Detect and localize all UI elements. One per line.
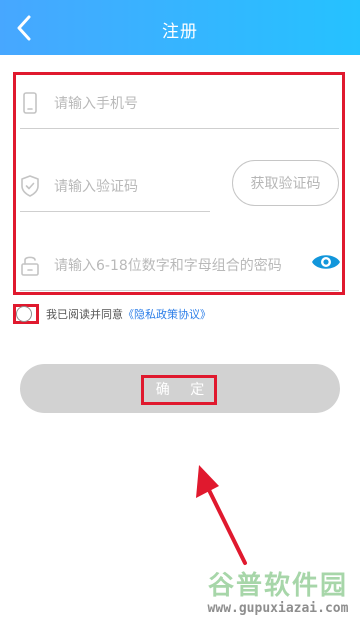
app-header: 注册 bbox=[0, 0, 360, 55]
watermark-logo-text: 谷普软件园 bbox=[207, 571, 348, 601]
phone-icon bbox=[23, 92, 37, 114]
password-input[interactable]: 请输入6-18位数字和字母组合的密码 bbox=[54, 255, 282, 275]
phone-field[interactable]: 请输入手机号 bbox=[20, 79, 339, 129]
lock-icon bbox=[21, 256, 39, 276]
code-field[interactable]: 请输入验证码 bbox=[20, 162, 210, 212]
phone-input[interactable]: 请输入手机号 bbox=[54, 93, 138, 113]
agreement-text: 我已阅读并同意 bbox=[46, 308, 123, 321]
code-input[interactable]: 请输入验证码 bbox=[54, 176, 138, 196]
register-screen: 注册 请输入手机号 请输入验证码 获取验证码 请输入6-18位数字和字母组合的密… bbox=[0, 0, 360, 620]
page-title: 注册 bbox=[162, 22, 198, 42]
privacy-policy-link[interactable]: 《隐私政策协议》 bbox=[123, 306, 211, 322]
agreement-row: 我已阅读并同意 《隐私政策协议》 bbox=[16, 306, 211, 322]
get-code-button[interactable]: 获取验证码 bbox=[232, 160, 339, 206]
password-field[interactable]: 请输入6-18位数字和字母组合的密码 bbox=[20, 241, 339, 291]
watermark-url: www.gupuxiazai.com bbox=[207, 601, 349, 616]
shield-icon bbox=[21, 175, 39, 197]
watermark: 谷普软件园 www.gupuxiazai.com bbox=[196, 565, 360, 620]
confirm-highlight-box bbox=[141, 375, 217, 405]
eye-icon[interactable] bbox=[311, 251, 341, 273]
agree-checkbox[interactable] bbox=[16, 306, 32, 322]
